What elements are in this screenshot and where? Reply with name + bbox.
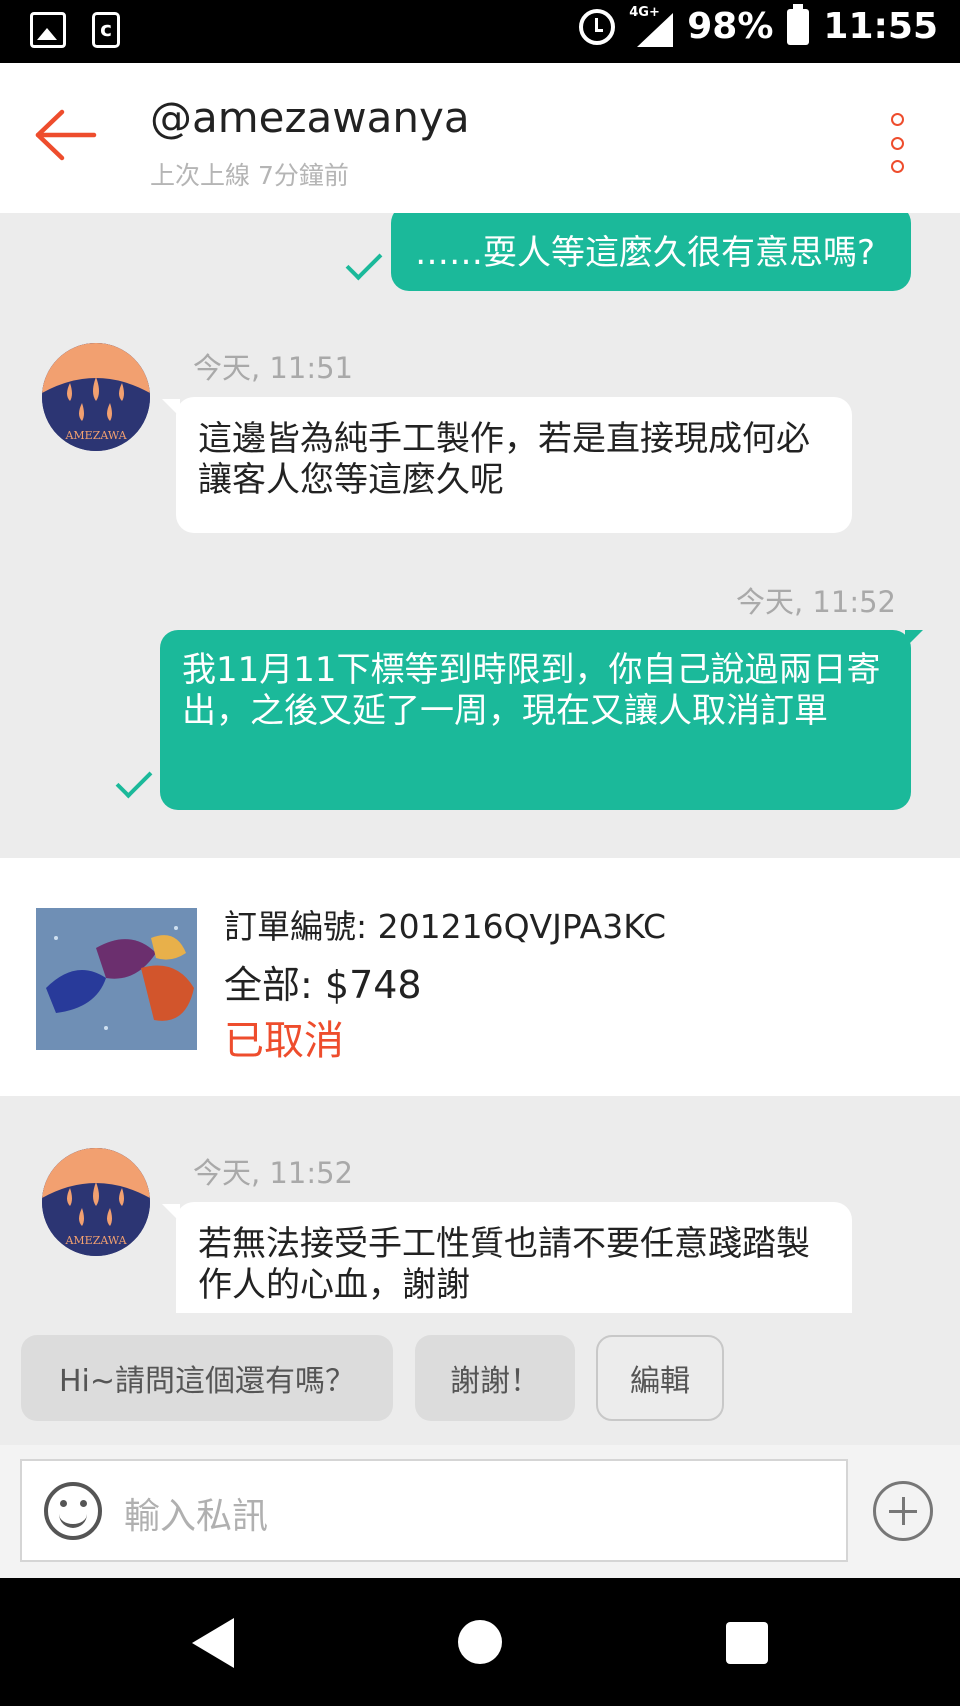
quick-reply-thanks[interactable]: 謝謝！ (415, 1335, 575, 1421)
battery-percent: 98% (687, 6, 774, 47)
more-options-icon[interactable] (882, 113, 912, 173)
message-composer: 輸入私訊 (0, 1445, 960, 1578)
gallery-icon (30, 12, 66, 48)
order-total-value: $748 (324, 963, 422, 1007)
system-nav-bar (0, 1578, 960, 1706)
order-total-label: 全部: (224, 963, 313, 1007)
message-timestamp: 今天, 11:52 (736, 585, 897, 619)
message-text: 若無法接受手工性質也請不要任意踐踏製作人的心血，謝謝 (198, 1224, 810, 1305)
order-status-badge: 已取消 (224, 1018, 344, 1064)
message-text: 我11月11下標等到時限到，你自己說過兩日寄出，之後又延了一周，現在又讓人取消訂… (182, 650, 881, 731)
emoji-icon[interactable] (44, 1482, 102, 1540)
quick-reply-edit-button[interactable]: 編輯 (596, 1335, 724, 1421)
quick-reply-ask-stock[interactable]: Hi~請問這個還有嗎？ (21, 1335, 393, 1421)
signal-icon: 4G+ (629, 5, 674, 47)
order-total: 全部: $748 (224, 954, 422, 1009)
read-check-icon (345, 243, 383, 281)
message-text: ……耍人等這麼久很有意思嗎? (415, 233, 876, 273)
alarm-icon (579, 8, 616, 45)
add-attachment-icon[interactable] (873, 1481, 933, 1541)
battery-icon (787, 3, 810, 45)
chat-thread[interactable]: ……耍人等這麼久很有意思嗎? AMEZAWA 今天, 11:51 這邊皆為純手工… (0, 213, 960, 1313)
avatar-logo-text: AMEZAWA (64, 1234, 127, 1247)
message-input[interactable]: 輸入私訊 (20, 1459, 848, 1562)
message-timestamp: 今天, 11:52 (193, 1156, 354, 1190)
status-bar: c 4G+ 98% 11:55 (0, 0, 960, 63)
nav-recent-apps-icon[interactable] (726, 1622, 768, 1664)
order-card[interactable]: 訂單編號: 201216QVJPA3KC 全部: $748 已取消 (0, 858, 960, 1096)
back-arrow-icon[interactable] (34, 109, 98, 161)
clock: 11:55 (823, 6, 938, 47)
avatar[interactable]: AMEZAWA (42, 343, 150, 451)
read-check-icon (115, 761, 153, 799)
chat-header: @amezawanya 上次上線 7分鐘前 (0, 63, 960, 213)
product-thumbnail (36, 908, 197, 1050)
avatar[interactable]: AMEZAWA (42, 1148, 150, 1256)
order-number: 訂單編號: 201216QVJPA3KC (224, 907, 667, 946)
outgoing-message[interactable]: 我11月11下標等到時限到，你自己說過兩日寄出，之後又延了一周，現在又讓人取消訂… (160, 630, 911, 810)
nav-back-icon[interactable] (192, 1618, 234, 1668)
chat-title: @amezawanya (150, 93, 470, 142)
avatar-logo-text: AMEZAWA (64, 429, 127, 442)
message-input-placeholder: 輸入私訊 (124, 1496, 269, 1537)
nav-home-icon[interactable] (458, 1620, 502, 1664)
incoming-message[interactable]: 這邊皆為純手工製作，若是直接現成何必讓客人您等這麼久呢 (176, 397, 852, 533)
message-timestamp: 今天, 11:51 (193, 351, 354, 385)
message-text: 這邊皆為純手工製作，若是直接現成何必讓客人您等這麼久呢 (198, 419, 810, 500)
incoming-message[interactable]: 若無法接受手工性質也請不要任意踐踏製作人的心血，謝謝 (176, 1202, 852, 1313)
outgoing-message[interactable]: ……耍人等這麼久很有意思嗎? (391, 213, 911, 291)
phone-app-icon: c (92, 12, 120, 48)
last-seen-status: 上次上線 7分鐘前 (150, 161, 349, 190)
